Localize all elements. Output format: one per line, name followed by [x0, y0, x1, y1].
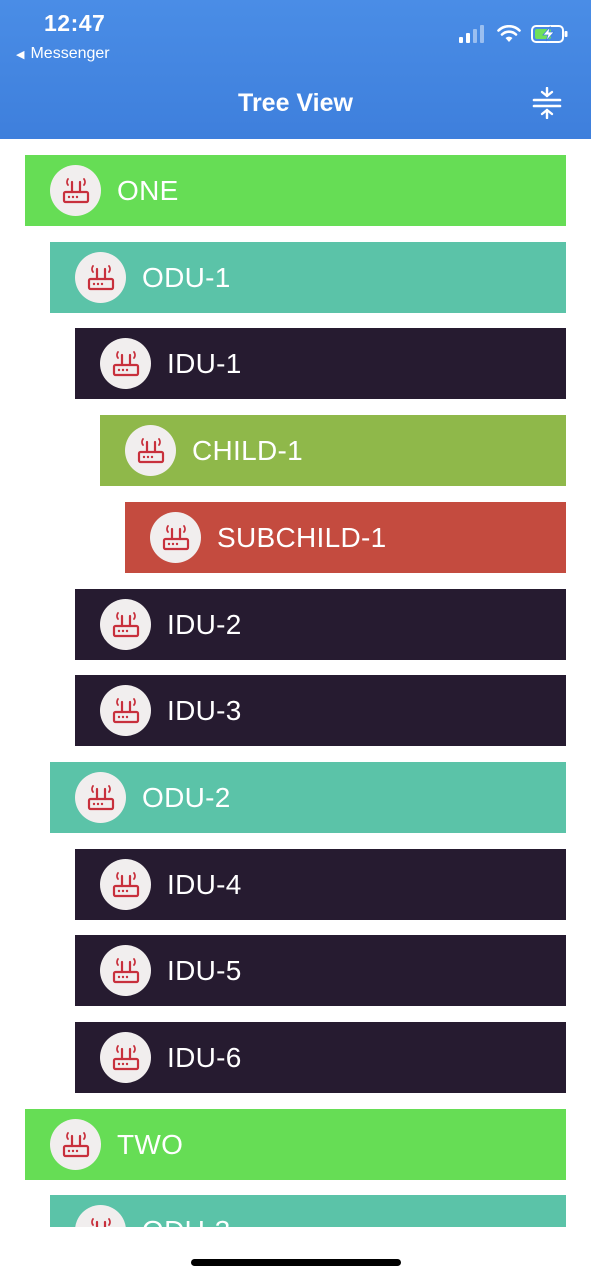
- tree-list: ONE ODU-1 IDU-1 CHILD-1 SUBCHILD-1 IDU-2 IDU-3…: [0, 155, 591, 1227]
- expand-collapse-icon: [532, 87, 562, 119]
- tree-node-label: IDU-5: [167, 954, 242, 986]
- tree-node-subchild-1[interactable]: SUBCHILD-1: [125, 502, 566, 573]
- cellular-signal-icon: [459, 25, 484, 43]
- status-time: 12:47: [44, 10, 106, 36]
- router-icon: [50, 1119, 101, 1170]
- tree-node-one[interactable]: ONE: [25, 155, 566, 226]
- back-to-messenger-link[interactable]: ◀ Messenger: [16, 45, 110, 63]
- router-icon: [100, 1032, 151, 1083]
- page-title: Tree View: [238, 89, 353, 117]
- tree-node-label: IDU-4: [167, 868, 242, 900]
- tree-node-idu-3[interactable]: IDU-3: [75, 675, 566, 746]
- tree-node-odu-2[interactable]: ODU-2: [50, 762, 566, 833]
- router-icon: [50, 165, 101, 216]
- tree-node-idu-4[interactable]: IDU-4: [75, 849, 566, 920]
- router-icon: [100, 599, 151, 650]
- tree-node-label: TWO: [117, 1128, 184, 1160]
- tree-node-label: ODU-2: [142, 781, 231, 813]
- tree-node-label: IDU-2: [167, 608, 242, 640]
- router-icon: [100, 338, 151, 389]
- home-indicator: [191, 1259, 401, 1266]
- router-icon: [100, 685, 151, 736]
- tree-node-label: ODU-1: [142, 261, 231, 293]
- tree-node-label: IDU-1: [167, 347, 242, 379]
- back-app-label: Messenger: [30, 45, 110, 62]
- status-icons: [459, 24, 569, 44]
- battery-charging-icon: [531, 25, 568, 43]
- filter-button[interactable]: [531, 86, 563, 120]
- tree-node-idu-6[interactable]: IDU-6: [75, 1022, 566, 1093]
- router-icon: [100, 945, 151, 996]
- router-icon: [75, 252, 126, 303]
- tree-node-odu-3[interactable]: ODU-3: [50, 1195, 566, 1227]
- tree-node-label: ONE: [117, 174, 179, 206]
- back-triangle-icon: ◀: [16, 48, 25, 61]
- tree-node-child-1[interactable]: CHILD-1: [100, 415, 566, 486]
- tree-node-idu-5[interactable]: IDU-5: [75, 935, 566, 1006]
- wifi-icon: [497, 25, 521, 42]
- router-icon: [125, 425, 176, 476]
- router-icon: [100, 859, 151, 910]
- tree-node-label: SUBCHILD-1: [217, 521, 387, 553]
- tree-node-label: CHILD-1: [192, 434, 304, 466]
- tree-node-idu-2[interactable]: IDU-2: [75, 589, 566, 660]
- tree-node-idu-1[interactable]: IDU-1: [75, 328, 566, 399]
- app-header: 12:47 ◀ Messenger Tree View: [0, 0, 591, 139]
- router-icon: [75, 1205, 126, 1227]
- tree-node-label: IDU-3: [167, 694, 242, 726]
- tree-node-label: ODU-3: [142, 1215, 231, 1228]
- router-icon: [150, 512, 201, 563]
- tree-node-two[interactable]: TWO: [25, 1109, 566, 1180]
- router-icon: [75, 772, 126, 823]
- tree-node-odu-1[interactable]: ODU-1: [50, 242, 566, 313]
- tree-node-label: IDU-6: [167, 1041, 242, 1073]
